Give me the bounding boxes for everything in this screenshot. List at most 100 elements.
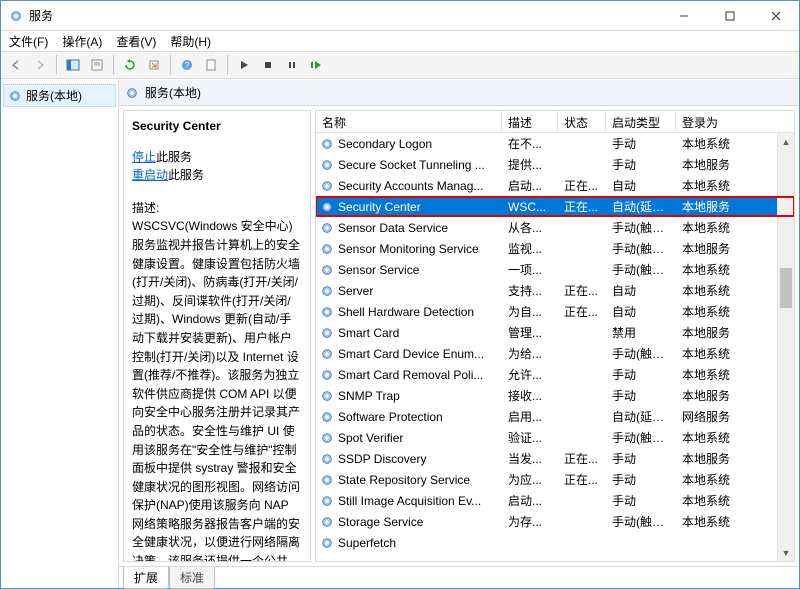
vertical-scrollbar[interactable]: ▲ ▼: [777, 133, 794, 561]
service-row[interactable]: Smart Card Device Enum...为给...手动(触发...本地…: [316, 343, 794, 364]
service-desc: 在不...: [502, 135, 558, 152]
service-row[interactable]: Sensor Monitoring Service监视...手动(触发...本地…: [316, 238, 794, 259]
restart-service-link[interactable]: 重启动: [132, 168, 168, 182]
svg-text:?: ?: [185, 61, 190, 70]
col-logon[interactable]: 登录为: [676, 111, 794, 132]
gear-icon: [320, 515, 334, 529]
gear-icon: [320, 452, 334, 466]
restart-service-button[interactable]: [305, 54, 327, 76]
refresh-button[interactable]: [119, 54, 141, 76]
start-service-button[interactable]: [233, 54, 255, 76]
service-row[interactable]: Superfetch: [316, 532, 794, 553]
service-startup-type: 手动: [606, 450, 676, 467]
col-startup[interactable]: 启动类型: [606, 111, 676, 132]
gear-icon: [320, 158, 334, 172]
col-desc[interactable]: 描述: [502, 111, 558, 132]
service-row[interactable]: Spot Verifier验证...手动(触发...本地系统: [316, 427, 794, 448]
menu-file[interactable]: 文件(F): [9, 33, 48, 50]
menu-view[interactable]: 查看(V): [116, 33, 156, 50]
service-desc: 管理...: [502, 324, 558, 341]
service-name: Smart Card Removal Poli...: [338, 368, 483, 382]
menu-help[interactable]: 帮助(H): [170, 33, 211, 50]
service-row[interactable]: Security CenterWSC...正在...自动(延迟...本地服务: [316, 196, 794, 217]
scroll-down-button[interactable]: ▼: [778, 544, 794, 561]
gear-icon: [320, 179, 334, 193]
toolbar-separator: [56, 55, 57, 75]
service-name: Storage Service: [338, 515, 423, 529]
service-desc: 为存...: [502, 513, 558, 530]
pause-service-button[interactable]: [281, 54, 303, 76]
services-app-icon: [9, 9, 23, 23]
tree-pane: 服务(本地): [1, 80, 119, 588]
service-startup-type: 手动(触发...: [606, 240, 676, 257]
service-row[interactable]: Still Image Acquisition Ev...启动...手动本地系统: [316, 490, 794, 511]
col-name[interactable]: 名称: [316, 111, 502, 132]
maximize-button[interactable]: [707, 1, 753, 30]
service-row[interactable]: Smart Card Removal Poli...允许...手动本地系统: [316, 364, 794, 385]
detail-desc-body: WSCSVC(Windows 安全中心)服务监视并报告计算机上的安全健康设置。健…: [132, 217, 302, 562]
show-hide-tree-button[interactable]: [62, 54, 84, 76]
stop-service-button[interactable]: [257, 54, 279, 76]
service-startup-type: 自动(延迟...: [606, 408, 676, 425]
tab-standard[interactable]: 标准: [169, 567, 215, 589]
service-name: Server: [338, 284, 373, 298]
service-row[interactable]: Secondary Logon在不...手动本地系统: [316, 133, 794, 154]
export-list-button[interactable]: [143, 54, 165, 76]
service-status: 正在...: [558, 177, 606, 194]
properties-button[interactable]: [86, 54, 108, 76]
help-button[interactable]: ?: [176, 54, 198, 76]
gear-icon: [320, 536, 334, 550]
service-desc: WSC...: [502, 200, 558, 214]
gear-icon: [320, 326, 334, 340]
close-button[interactable]: [753, 1, 799, 30]
menu-action[interactable]: 操作(A): [62, 33, 102, 50]
service-startup-type: 自动: [606, 177, 676, 194]
gear-icon: [320, 431, 334, 445]
tree-root-services-local[interactable]: 服务(本地): [3, 84, 116, 107]
props-sheet-button[interactable]: [200, 54, 222, 76]
tree-root-label: 服务(本地): [26, 87, 82, 104]
service-row[interactable]: Sensor Data Service从各...手动(触发...本地系统: [316, 217, 794, 238]
gear-icon: [320, 284, 334, 298]
nav-forward-button[interactable]: [29, 54, 51, 76]
service-row[interactable]: SNMP Trap接收...手动本地服务: [316, 385, 794, 406]
service-startup-type: 手动: [606, 492, 676, 509]
scroll-thumb[interactable]: [780, 268, 792, 308]
service-row[interactable]: Security Accounts Manag...启动...正在...自动本地…: [316, 175, 794, 196]
service-startup-type: 自动(延迟...: [606, 198, 676, 215]
body: 服务(本地) 服务(本地) Security Center 停止此服务: [1, 79, 799, 588]
toolbar: ?: [1, 51, 799, 79]
stop-service-link[interactable]: 停止: [132, 150, 156, 164]
service-row[interactable]: Storage Service为存...手动(触发...本地系统: [316, 511, 794, 532]
service-row[interactable]: SSDP Discovery当发...正在...手动本地服务: [316, 448, 794, 469]
service-row[interactable]: Shell Hardware Detection为自...正在...自动本地系统: [316, 301, 794, 322]
service-row[interactable]: Sensor Service一项...手动(触发...本地系统: [316, 259, 794, 280]
gear-icon: [320, 410, 334, 424]
service-row[interactable]: Server支持...正在...自动本地系统: [316, 280, 794, 301]
service-name: Still Image Acquisition Ev...: [338, 494, 481, 508]
col-status[interactable]: 状态: [558, 111, 606, 132]
gear-icon: [320, 494, 334, 508]
service-row[interactable]: State Repository Service为应...正在...手动本地系统: [316, 469, 794, 490]
minimize-button[interactable]: [661, 1, 707, 30]
toolbar-separator: [113, 55, 114, 75]
service-name: SSDP Discovery: [338, 452, 426, 466]
service-row[interactable]: Smart Card管理...禁用本地服务: [316, 322, 794, 343]
titlebar: 服务: [1, 1, 799, 31]
tab-extended[interactable]: 扩展: [123, 567, 169, 589]
toolbar-separator: [227, 55, 228, 75]
service-desc: 从各...: [502, 219, 558, 236]
scroll-up-button[interactable]: ▲: [778, 133, 794, 150]
service-row[interactable]: Software Protection启用...自动(延迟...网络服务: [316, 406, 794, 427]
service-name: Sensor Monitoring Service: [338, 242, 479, 256]
service-name: Security Center: [338, 200, 421, 214]
scroll-track[interactable]: [778, 150, 794, 544]
list-body[interactable]: Secondary Logon在不...手动本地系统Secure Socket …: [316, 133, 794, 561]
service-desc: 为给...: [502, 345, 558, 362]
nav-back-button[interactable]: [5, 54, 27, 76]
service-row[interactable]: Secure Socket Tunneling ...提供...手动本地服务: [316, 154, 794, 175]
service-desc: 为自...: [502, 303, 558, 320]
gear-icon: [320, 305, 334, 319]
service-name: Sensor Data Service: [338, 221, 448, 235]
service-desc: 当发...: [502, 450, 558, 467]
